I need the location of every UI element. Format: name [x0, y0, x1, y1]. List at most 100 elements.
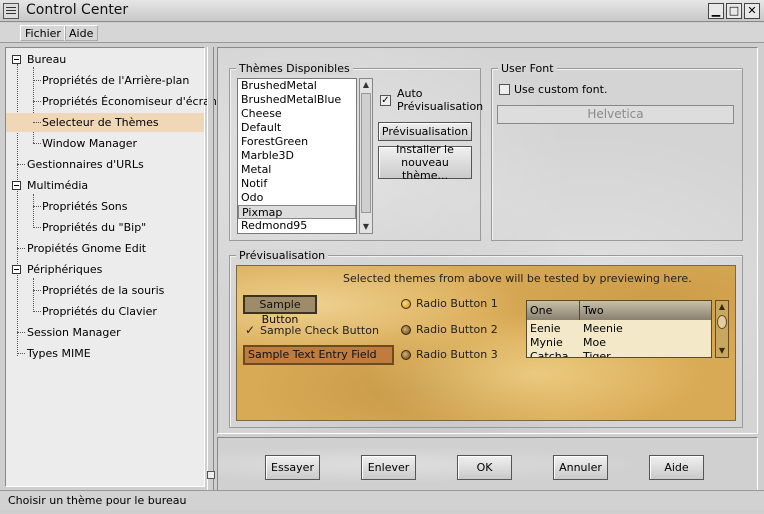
- sidebar-item-label: Multimédia: [27, 179, 89, 192]
- list-item[interactable]: Marble3D: [238, 149, 356, 163]
- custom-font-label: Use custom font.: [514, 83, 608, 96]
- collapse-icon[interactable]: [12, 181, 21, 190]
- radio-button-2[interactable]: [401, 325, 411, 335]
- sidebar-item-bip[interactable]: Propriétés du "Bip": [6, 218, 204, 237]
- sidebar-item-gnome-edit[interactable]: Propiétés Gnome Edit: [6, 239, 204, 258]
- themes-frame-title: Thèmes Disponibles: [236, 62, 353, 75]
- list-item[interactable]: BrushedMetal: [238, 79, 356, 93]
- close-icon[interactable]: ✕: [744, 3, 760, 19]
- tree-connector: [17, 164, 25, 165]
- table-cell: Catcha: [530, 350, 569, 358]
- tree-connector: [33, 80, 41, 81]
- table-cell: Moe: [583, 336, 606, 349]
- list-item[interactable]: Redmond95: [238, 219, 356, 233]
- sidebar-item-bureau[interactable]: Bureau: [6, 50, 204, 69]
- sidebar-item-session-manager[interactable]: Session Manager: [6, 323, 204, 342]
- minimize-icon[interactable]: ▁: [708, 3, 724, 19]
- radio-button-3[interactable]: [401, 350, 411, 360]
- sidebar-item-arriere-plan[interactable]: Propriétés de l'Arrière-plan: [6, 71, 204, 90]
- sidebar-item-souris[interactable]: Propriétés de la souris: [6, 281, 204, 300]
- pane-splitter[interactable]: [207, 47, 215, 492]
- sidebar-item-label: Selecteur de Thèmes: [42, 116, 159, 129]
- list-item-selected[interactable]: Pixmap: [238, 205, 356, 219]
- tree-connector: [33, 290, 41, 291]
- sample-text-entry[interactable]: Sample Text Entry Field: [243, 345, 394, 365]
- user-font-frame-title: User Font: [498, 62, 557, 75]
- sample-check-label[interactable]: Sample Check Button: [260, 324, 379, 337]
- collapse-icon[interactable]: [12, 265, 21, 274]
- ok-button[interactable]: OK: [457, 455, 512, 480]
- sidebar-tree: Bureau Propriétés de l'Arrière-plan Prop…: [5, 47, 217, 487]
- sidebar-item-gestionnaires-urls[interactable]: Gestionnaires d'URLs: [6, 155, 204, 174]
- splitter-handle[interactable]: [207, 471, 215, 479]
- sidebar-item-selecteur-themes[interactable]: Selecteur de Thèmes: [6, 113, 204, 132]
- sidebar-item-label: Propriétés de l'Arrière-plan: [42, 74, 190, 87]
- window-controls: ▁ □ ✕: [708, 3, 760, 19]
- preview-button[interactable]: Prévisualisation: [378, 122, 472, 141]
- window-menu-icon[interactable]: [3, 3, 19, 19]
- list-item[interactable]: Odo: [238, 191, 356, 205]
- try-button[interactable]: Essayer: [265, 455, 320, 480]
- sample-check-icon[interactable]: ✓: [245, 323, 255, 337]
- table-cell: Meenie: [583, 322, 623, 335]
- sidebar-item-label: Gestionnaires d'URLs: [27, 158, 144, 171]
- status-text: Choisir un thème pour le bureau: [8, 494, 187, 507]
- sidebar-item-label: Window Manager: [42, 137, 138, 150]
- sidebar-item-window-manager[interactable]: Window Manager: [6, 134, 204, 153]
- radio-label-3: Radio Button 3: [416, 348, 498, 361]
- custom-font-checkbox[interactable]: [499, 84, 510, 95]
- table-header-one[interactable]: One: [527, 301, 580, 320]
- theme-list-scrollbar[interactable]: ▲ ▼: [359, 78, 373, 234]
- sample-table[interactable]: One Two Eenie Meenie Mynie Moe Catcha Ti…: [526, 300, 712, 358]
- list-item[interactable]: ForestGreen: [238, 135, 356, 149]
- auto-preview-checkbox[interactable]: ✓: [380, 95, 391, 106]
- radio-label-1: Radio Button 1: [416, 297, 498, 310]
- sidebar-item-label: Types MIME: [27, 347, 91, 360]
- radio-button-1[interactable]: [401, 299, 411, 309]
- sample-table-scrollbar[interactable]: ▲ ▼: [715, 300, 729, 358]
- sidebar-item-label: Périphériques: [27, 263, 103, 276]
- sidebar-item-multimedia[interactable]: Multimédia: [6, 176, 204, 195]
- sample-button[interactable]: Sample Button: [243, 295, 317, 326]
- list-item[interactable]: Default: [238, 121, 356, 135]
- font-picker-button[interactable]: Helvetica: [497, 105, 734, 124]
- install-theme-button[interactable]: Installer le nouveau thème...: [378, 143, 472, 182]
- scroll-up-icon[interactable]: ▲: [716, 301, 728, 313]
- sidebar-item-peripheriques[interactable]: Périphériques: [6, 260, 204, 279]
- help-button[interactable]: Aide: [649, 455, 704, 480]
- sidebar-item-types-mime[interactable]: Types MIME: [6, 344, 204, 363]
- tree-connector: [33, 143, 41, 144]
- sidebar-item-economiseur[interactable]: Propriétés Économiseur d'écran: [6, 92, 217, 111]
- preview-hint: Selected themes from above will be teste…: [343, 272, 692, 285]
- cancel-button[interactable]: Annuler: [553, 455, 608, 480]
- table-cell: Eenie: [530, 322, 561, 335]
- tree-connector: [33, 227, 41, 228]
- list-item[interactable]: Notif: [238, 177, 356, 191]
- scrollbar-thumb[interactable]: [361, 93, 371, 213]
- sidebar-item-sons[interactable]: Propriétés Sons: [6, 197, 204, 216]
- scroll-down-icon[interactable]: ▼: [360, 221, 372, 233]
- list-item[interactable]: Cheese: [238, 107, 356, 121]
- scrollbar-thumb[interactable]: [717, 315, 727, 329]
- scroll-up-icon[interactable]: ▲: [360, 79, 372, 91]
- menu-aide[interactable]: Aide: [64, 25, 99, 41]
- maximize-icon[interactable]: □: [726, 3, 742, 19]
- tree-connector: [17, 248, 25, 249]
- tree-connector: [33, 101, 41, 102]
- collapse-icon[interactable]: [12, 55, 21, 64]
- theme-list[interactable]: BrushedMetal BrushedMetalBlue Cheese Def…: [237, 78, 357, 234]
- scroll-down-icon[interactable]: ▼: [716, 345, 728, 357]
- list-item[interactable]: Metal: [238, 163, 356, 177]
- sidebar-item-clavier[interactable]: Propriétés du Clavier: [6, 302, 204, 321]
- tree-connector: [17, 332, 25, 333]
- list-item[interactable]: BrushedMetalBlue: [238, 93, 356, 107]
- menu-bar: Fichier Aide: [0, 23, 764, 43]
- sidebar-item-label: Propriétés Sons: [42, 200, 128, 213]
- title-bar: Control Center ▁ □ ✕: [0, 0, 764, 22]
- window-title: Control Center: [26, 2, 129, 18]
- sidebar-item-label: Propriétés du "Bip": [42, 221, 147, 234]
- table-cell: Tiger: [583, 350, 611, 358]
- revert-button[interactable]: Enlever: [361, 455, 416, 480]
- menu-fichier[interactable]: Fichier: [20, 25, 66, 41]
- table-header-two[interactable]: Two: [580, 301, 711, 320]
